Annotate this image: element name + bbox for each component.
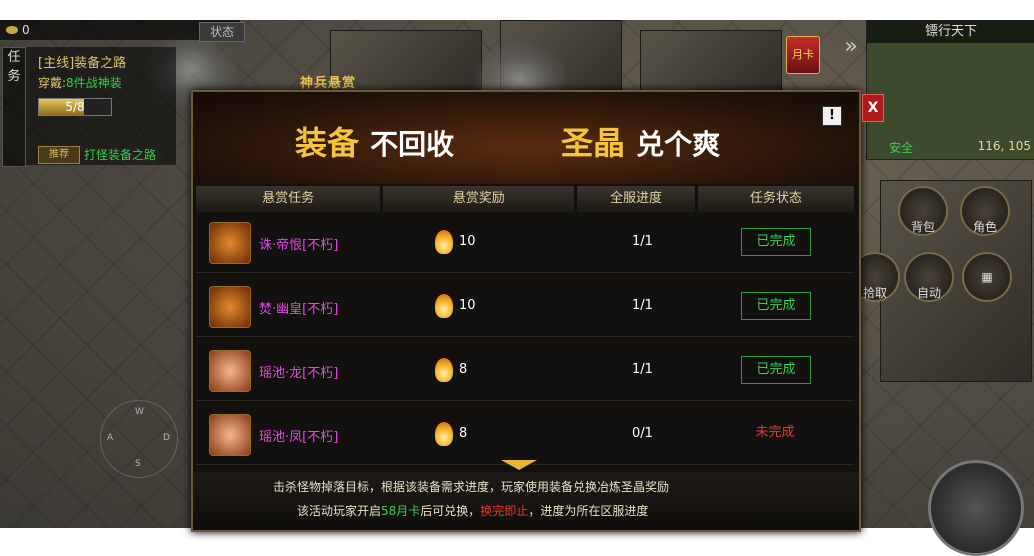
progress-value: 1/1 <box>632 298 653 313</box>
quest-wear-prefix: 穿戴: <box>38 76 67 90</box>
banner-right-gold: 圣晶 <box>561 124 626 162</box>
close-button[interactable]: X <box>862 94 884 122</box>
joystick-w: W <box>135 407 144 417</box>
joystick-a: A <box>107 433 114 443</box>
table-row[interactable]: 焚·幽皇[不朽] 10 1/1 已完成 <box>196 278 854 337</box>
table-header: 悬赏任务 悬赏奖励 全服进度 任务状态 <box>196 186 854 212</box>
item-name: 瑶池·凤[不朽] <box>259 430 339 445</box>
table-row[interactable]: 诛·帝恨[不朽] 10 1/1 已完成 <box>196 214 854 273</box>
gold-count: 0 <box>22 23 30 37</box>
holy-crystal-icon <box>435 230 453 254</box>
bag-button[interactable]: 背包 <box>898 186 948 236</box>
holy-crystal-icon <box>435 422 453 446</box>
progress-value: 1/1 <box>632 234 653 249</box>
collapse-arrows-icon[interactable]: » <box>838 34 864 64</box>
modal-banner: 装备 不回收 圣晶 兑个爽 ! <box>193 92 859 184</box>
footer-text: ，进度为所在区服进度 <box>528 504 649 518</box>
banner-left-gold: 装备 <box>295 124 360 162</box>
holy-crystal-icon <box>435 358 453 382</box>
footer-line-1: 击杀怪物掉落目标，根据该装备需求进度，玩家使用装备兑换冶炼圣晶奖励 <box>273 480 670 494</box>
movement-joystick[interactable]: W A S D <box>100 400 178 478</box>
banner-left: 装备 不回收 <box>295 118 454 164</box>
attack-sword-icon[interactable] <box>928 460 1024 556</box>
task-tab-char: 任 <box>7 50 21 65</box>
reward-value: 10 <box>459 234 476 249</box>
minimap-title: 镖行天下 <box>867 21 1034 43</box>
joystick-d: D <box>163 433 170 443</box>
banner-right-white: 兑个爽 <box>636 128 721 161</box>
scroll-down-arrow-icon[interactable] <box>501 460 537 470</box>
table-row[interactable]: 瑶池·龙[不朽] 8 1/1 已完成 <box>196 342 854 401</box>
coin-icon <box>6 26 18 34</box>
footer-monthcard: 58月卡 <box>381 504 421 518</box>
footer-text: 后可兑换， <box>420 504 481 518</box>
col-header-progress: 全服进度 <box>577 186 695 212</box>
quest-hint-tag: 推荐 <box>38 146 80 164</box>
status-complete: 已完成 <box>741 228 811 256</box>
modal-tab-name: 神兵悬赏 <box>300 76 357 91</box>
wing-icon[interactable] <box>209 414 251 456</box>
footer-text: 该活动玩家开启 <box>297 504 382 518</box>
sword-icon[interactable] <box>209 222 251 264</box>
quest-wear: 穿戴:8件战神装 <box>38 74 122 91</box>
reward-value: 8 <box>459 362 468 377</box>
status-incomplete: 未完成 <box>755 425 795 440</box>
reward-value: 10 <box>459 298 476 313</box>
quest-title[interactable]: [主线]装备之路 <box>38 52 126 71</box>
minimap-safe-label: 安全 <box>889 141 914 155</box>
progress-value: 0/1 <box>632 426 653 441</box>
banner-right: 圣晶 兑个爽 <box>561 118 720 164</box>
bounty-modal: 装备 不回收 圣晶 兑个爽 ! 悬赏任务 悬赏奖励 全服进度 任务状态 诛·帝恨… <box>191 90 861 532</box>
item-name: 焚·幽皇[不朽] <box>259 302 339 317</box>
quest-progress-bar: 5/8 <box>38 98 112 116</box>
menu-grid-icon[interactable]: ▦ <box>962 252 1012 302</box>
role-button[interactable]: 角色 <box>960 186 1010 236</box>
banner-left-white: 不回收 <box>370 128 455 161</box>
auto-button[interactable]: 自动 <box>904 252 954 302</box>
col-header-reward: 悬赏奖励 <box>383 186 575 212</box>
progress-value: 1/1 <box>632 362 653 377</box>
footer-limit: 换完即止 <box>480 504 529 518</box>
status-button[interactable]: 状态 <box>199 22 245 42</box>
sword-icon[interactable] <box>209 286 251 328</box>
minimap[interactable]: 镖行天下 安全 116, 105 <box>866 20 1034 160</box>
item-name: 诛·帝恨[不朽] <box>259 238 339 253</box>
status-complete: 已完成 <box>741 292 811 320</box>
footer-line-2: 该活动玩家开启58月卡后可兑换，换完即止，进度为所在区服进度 <box>297 502 648 519</box>
task-tab-char: 务 <box>7 69 21 84</box>
wing-icon[interactable] <box>209 350 251 392</box>
info-button[interactable]: ! <box>822 106 842 126</box>
item-name: 瑶池·龙[不朽] <box>259 366 339 381</box>
holy-crystal-icon <box>435 294 453 318</box>
modal-footer: 击杀怪物掉落目标，根据该装备需求进度，玩家使用装备兑换冶炼圣晶奖励 该活动玩家开… <box>193 472 859 530</box>
quest-progress-text: 5/8 <box>65 100 85 114</box>
month-card-button[interactable]: 月卡 <box>786 36 820 74</box>
wall-stone <box>640 30 782 92</box>
quest-hint[interactable]: 打怪装备之路 <box>84 146 156 163</box>
status-complete: 已完成 <box>741 356 811 384</box>
minimap-coords: 116, 105 <box>977 139 1031 153</box>
quest-wear-item: 8件战神装 <box>66 76 122 90</box>
joystick-s: S <box>135 459 141 469</box>
col-header-status: 任务状态 <box>697 186 854 212</box>
task-tab[interactable]: 任 务 <box>2 47 26 167</box>
reward-value: 8 <box>459 426 468 441</box>
table-row[interactable]: 瑶池·凤[不朽] 8 0/1 未完成 <box>196 406 854 465</box>
col-header-task: 悬赏任务 <box>196 186 381 212</box>
